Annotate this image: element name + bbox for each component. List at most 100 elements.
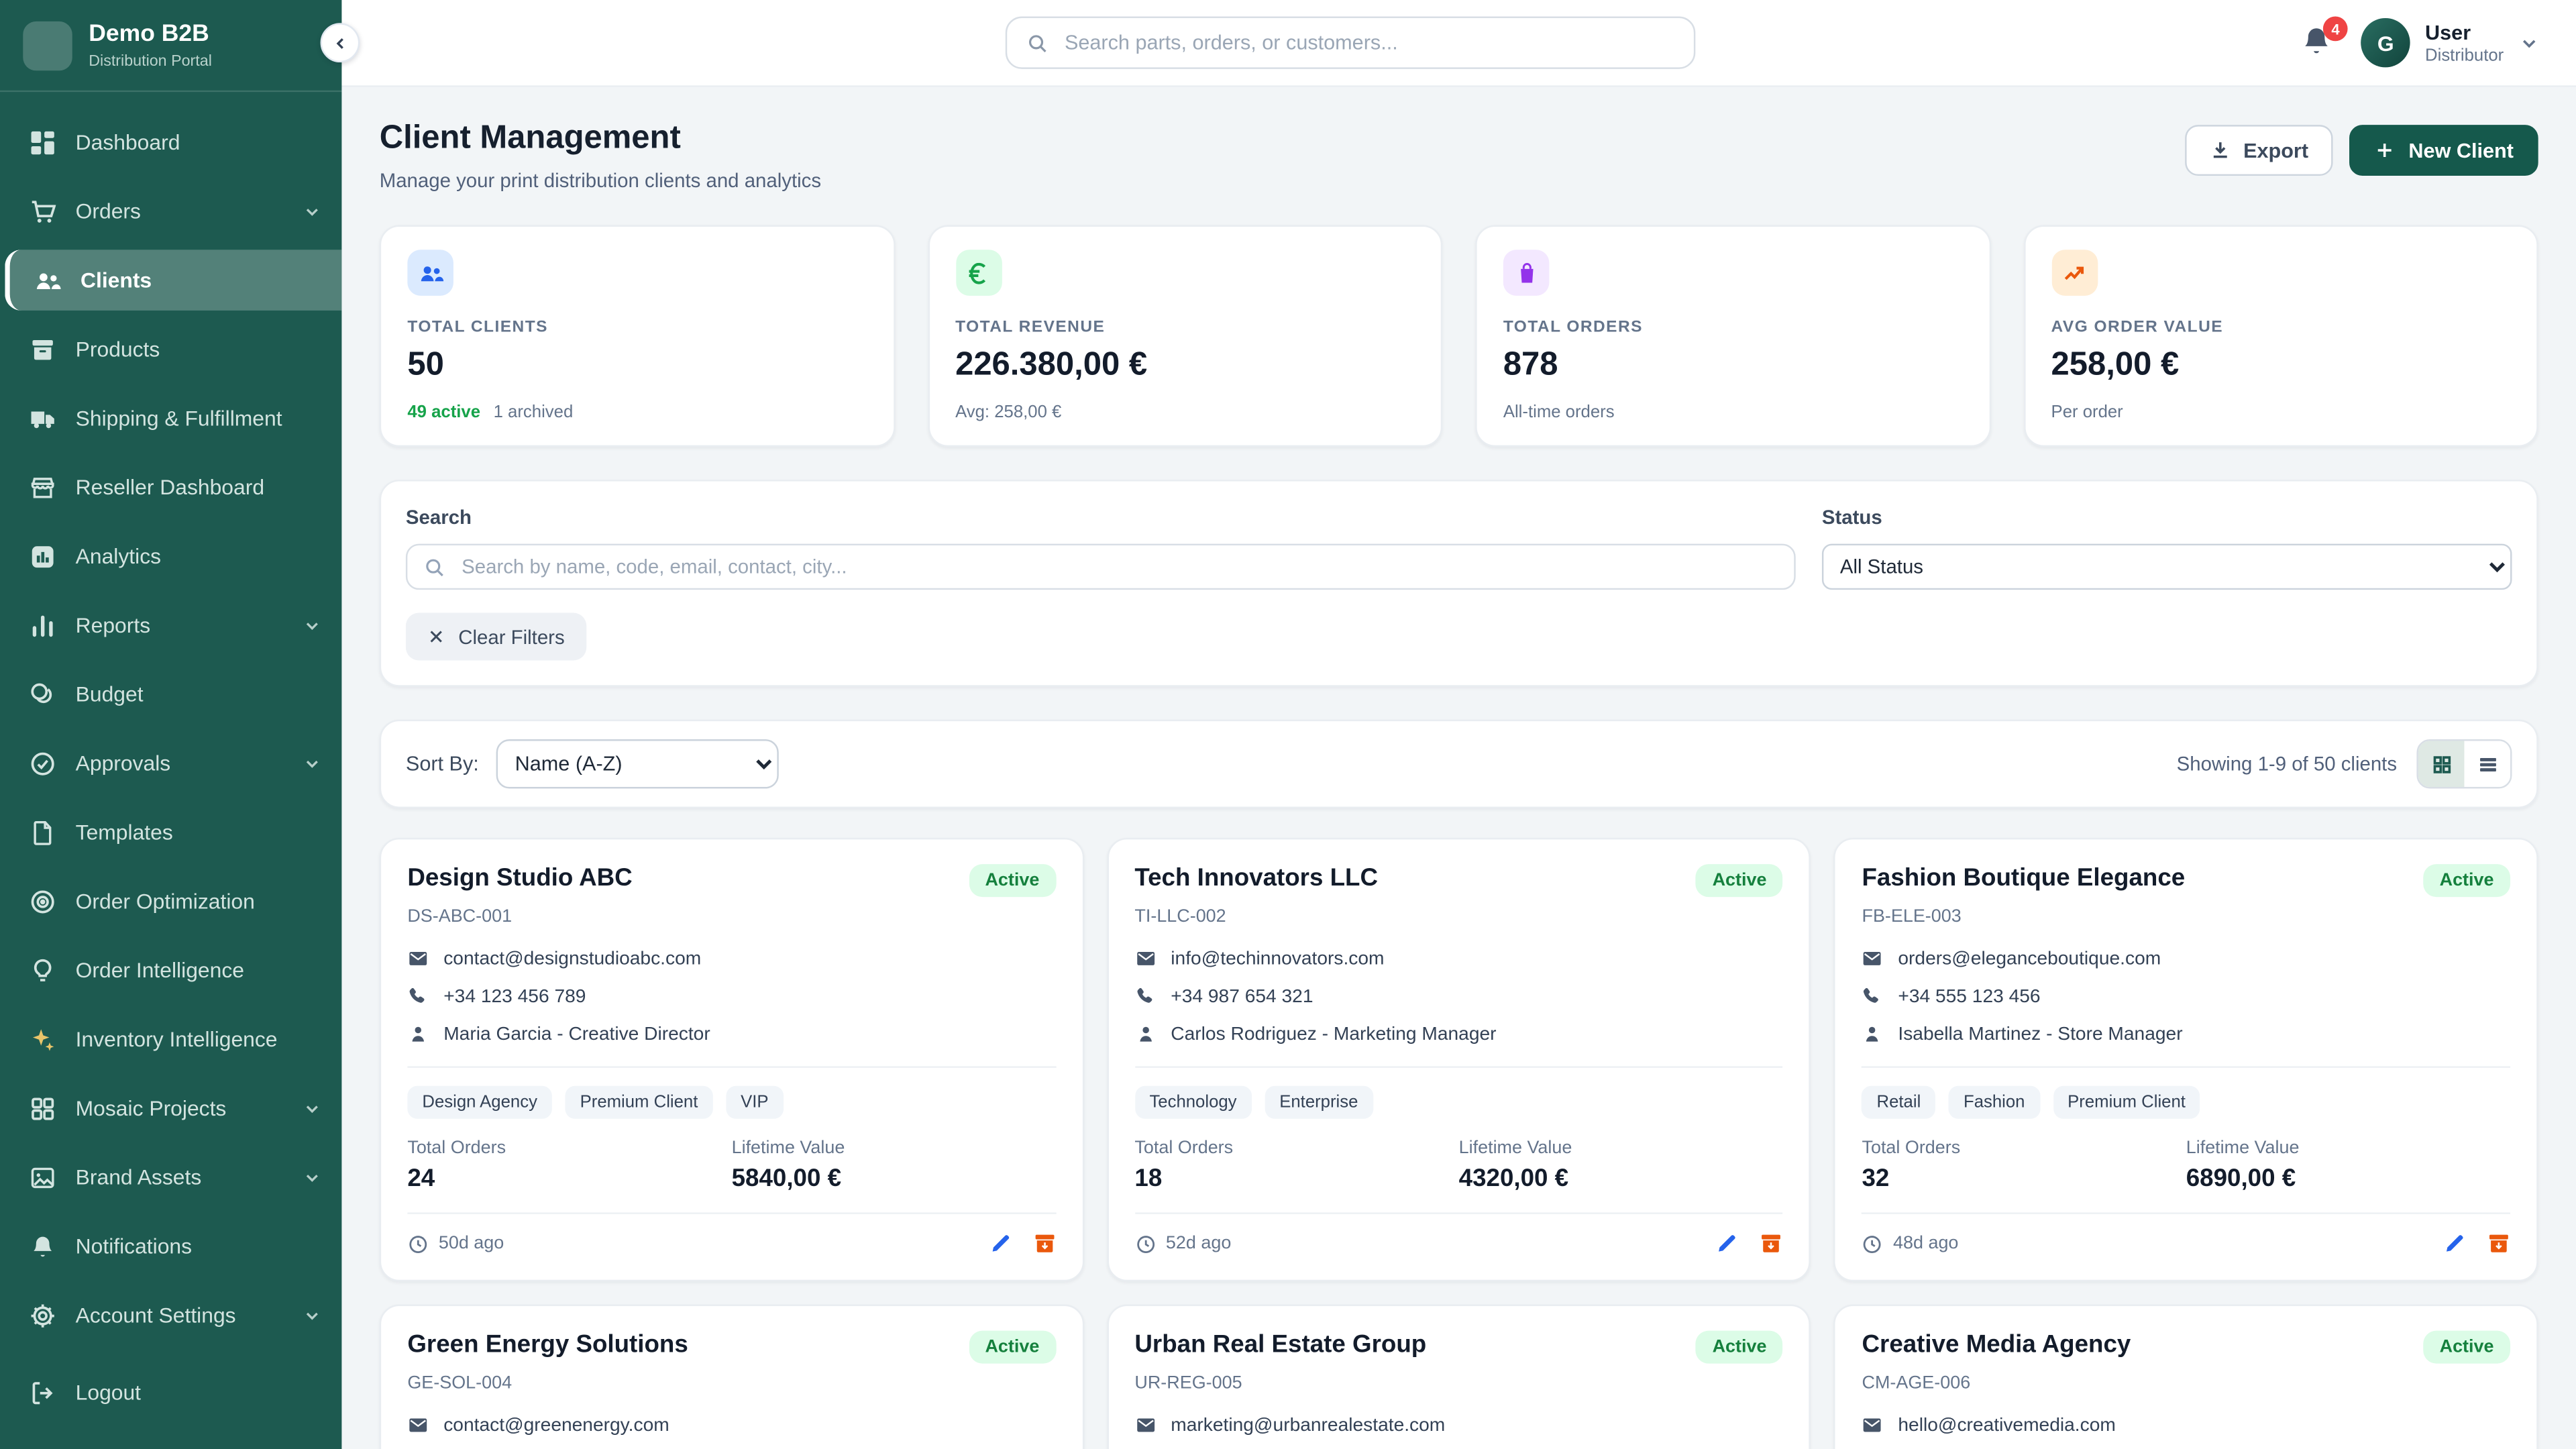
- notifications-button[interactable]: 4: [2300, 25, 2337, 61]
- sidebar-item-label: Orders: [76, 199, 141, 223]
- client-name: Green Energy Solutions: [407, 1331, 688, 1359]
- new-client-button[interactable]: New Client: [2349, 125, 2538, 176]
- sidebar-item-order-intelligence[interactable]: Order Intelligence: [0, 940, 341, 1001]
- status-badge: Active: [1696, 1331, 1783, 1364]
- mail-icon: [1134, 1415, 1156, 1436]
- sidebar-item-notifications[interactable]: Notifications: [0, 1216, 341, 1277]
- sidebar-item-dashboard[interactable]: Dashboard: [0, 112, 341, 173]
- sidebar-item-logout[interactable]: Logout: [0, 1362, 341, 1423]
- chevron-down-icon: [303, 201, 322, 221]
- list-view-button[interactable]: [2464, 741, 2510, 787]
- sidebar-item-order-optimization[interactable]: Order Optimization: [0, 871, 341, 932]
- last-updated: 48d ago: [1893, 1234, 1958, 1253]
- sidebar-item-reseller-dashboard[interactable]: Reseller Dashboard: [0, 457, 341, 518]
- global-search-input[interactable]: [1061, 30, 1674, 56]
- client-phone: +34 987 654 321: [1171, 987, 1313, 1006]
- sidebar-collapse-button[interactable]: [321, 23, 360, 62]
- clear-filters-button[interactable]: Clear Filters: [406, 612, 586, 660]
- client-card[interactable]: Creative Media Agency Active CM-AGE-006 …: [1834, 1304, 2538, 1449]
- sidebar-item-clients[interactable]: Clients: [5, 250, 341, 311]
- grid-view-button[interactable]: [2418, 741, 2465, 787]
- stat-value: 878: [1503, 347, 1962, 384]
- sidebar-item-approvals[interactable]: Approvals: [0, 733, 341, 794]
- mail-icon: [1862, 948, 1883, 969]
- client-card[interactable]: Green Energy Solutions Active GE-SOL-004…: [380, 1304, 1084, 1449]
- export-label: Export: [2243, 139, 2308, 162]
- total-orders-value: 24: [407, 1165, 731, 1193]
- status-select[interactable]: All Status: [1822, 544, 2512, 590]
- client-search-input[interactable]: [458, 553, 1778, 580]
- client-contact-row: Carlos Rodriguez - Marketing Manager: [1134, 1024, 1783, 1045]
- avatar: G: [2361, 18, 2410, 67]
- chevron-down-icon: [303, 1167, 322, 1187]
- sidebar-item-inventory-intelligence[interactable]: Inventory Intelligence: [0, 1009, 341, 1070]
- archive-icon[interactable]: [1033, 1232, 1056, 1255]
- client-phone-row: +34 987 654 321: [1134, 985, 1783, 1007]
- client-tags: Retail Fashion Premium Client: [1862, 1086, 2510, 1119]
- mail-icon: [1134, 948, 1156, 969]
- sidebar-item-budget[interactable]: Budget: [0, 663, 341, 724]
- sidebar-item-orders[interactable]: Orders: [0, 180, 341, 241]
- file-icon: [30, 819, 56, 845]
- client-contact-person: Isabella Martinez - Store Manager: [1898, 1024, 2182, 1044]
- sidebar-item-label: Analytics: [76, 544, 161, 569]
- chevron-down-icon: [303, 1305, 322, 1325]
- cart-icon: [30, 198, 56, 224]
- client-card[interactable]: Fashion Boutique Elegance Active FB-ELE-…: [1834, 838, 2538, 1281]
- global-search: [1006, 16, 1696, 68]
- search-icon: [1027, 32, 1049, 54]
- stat-label: TOTAL CLIENTS: [407, 319, 866, 337]
- status-badge: Active: [1696, 864, 1783, 897]
- client-card[interactable]: Tech Innovators LLC Active TI-LLC-002 in…: [1107, 838, 1811, 1281]
- client-card[interactable]: Design Studio ABC Active DS-ABC-001 cont…: [380, 838, 1084, 1281]
- tag: Technology: [1134, 1086, 1251, 1119]
- sidebar-item-mosaic-projects[interactable]: Mosaic Projects: [0, 1078, 341, 1139]
- sidebar-item-products[interactable]: Products: [0, 319, 341, 380]
- user-menu[interactable]: G User Distributor: [2361, 18, 2540, 67]
- bell-icon: [30, 1233, 56, 1259]
- view-toggle: [2416, 739, 2512, 788]
- chevron-down-icon: [303, 753, 322, 773]
- stat-card-total-clients: TOTAL CLIENTS 50 49 active 1 archived: [380, 225, 895, 447]
- sidebar-item-analytics[interactable]: Analytics: [0, 526, 341, 587]
- users-icon: [34, 267, 60, 293]
- stat-subtext: 49 active 1 archived: [407, 402, 866, 422]
- total-orders-value: 18: [1134, 1165, 1458, 1193]
- gear-icon: [30, 1302, 56, 1328]
- page-subtitle: Manage your print distribution clients a…: [380, 169, 821, 192]
- phone-icon: [1862, 985, 1883, 1007]
- client-name: Tech Innovators LLC: [1134, 864, 1378, 892]
- sidebar-item-label: Reports: [76, 612, 151, 637]
- topbar: 4 G User Distributor: [341, 0, 2576, 87]
- client-grid: Design Studio ABC Active DS-ABC-001 cont…: [380, 838, 2538, 1449]
- sidebar-item-brand-assets[interactable]: Brand Assets: [0, 1146, 341, 1208]
- edit-icon[interactable]: [1716, 1232, 1739, 1255]
- status-badge: Active: [2423, 1331, 2510, 1364]
- sidebar-item-account-settings[interactable]: Account Settings: [0, 1285, 341, 1346]
- total-orders-label: Total Orders: [1134, 1138, 1458, 1158]
- logout-icon: [30, 1379, 56, 1405]
- clear-filters-label: Clear Filters: [458, 625, 564, 648]
- sidebar-item-shipping[interactable]: Shipping & Fulfillment: [0, 388, 341, 449]
- trending-up-icon: [2061, 260, 2086, 285]
- tag: Design Agency: [407, 1086, 552, 1119]
- target-icon: [30, 888, 56, 914]
- sidebar-header: Demo B2B Distribution Portal: [0, 0, 341, 92]
- tag: Premium Client: [566, 1086, 713, 1119]
- stat-card-total-revenue: TOTAL REVENUE 226.380,00 € Avg: 258,00 €: [927, 225, 1442, 447]
- clients-stat-icon-box: [407, 250, 453, 296]
- sidebar-item-reports[interactable]: Reports: [0, 595, 341, 656]
- stats-row: TOTAL CLIENTS 50 49 active 1 archived TO…: [380, 225, 2538, 447]
- stat-card-avg-order-value: AVG ORDER VALUE 258,00 € Per order: [2023, 225, 2538, 447]
- export-button[interactable]: Export: [2184, 125, 2333, 176]
- edit-icon[interactable]: [2443, 1232, 2466, 1255]
- mail-icon: [1862, 1415, 1883, 1436]
- archive-icon[interactable]: [1760, 1232, 1783, 1255]
- archive-icon[interactable]: [2487, 1232, 2510, 1255]
- total-orders-label: Total Orders: [407, 1138, 731, 1158]
- edit-icon[interactable]: [988, 1232, 1011, 1255]
- sidebar-item-templates[interactable]: Templates: [0, 802, 341, 863]
- sort-select[interactable]: Name (A-Z): [497, 739, 780, 788]
- client-card[interactable]: Urban Real Estate Group Active UR-REG-00…: [1107, 1304, 1811, 1449]
- showing-count: Showing 1-9 of 50 clients: [2177, 753, 2397, 775]
